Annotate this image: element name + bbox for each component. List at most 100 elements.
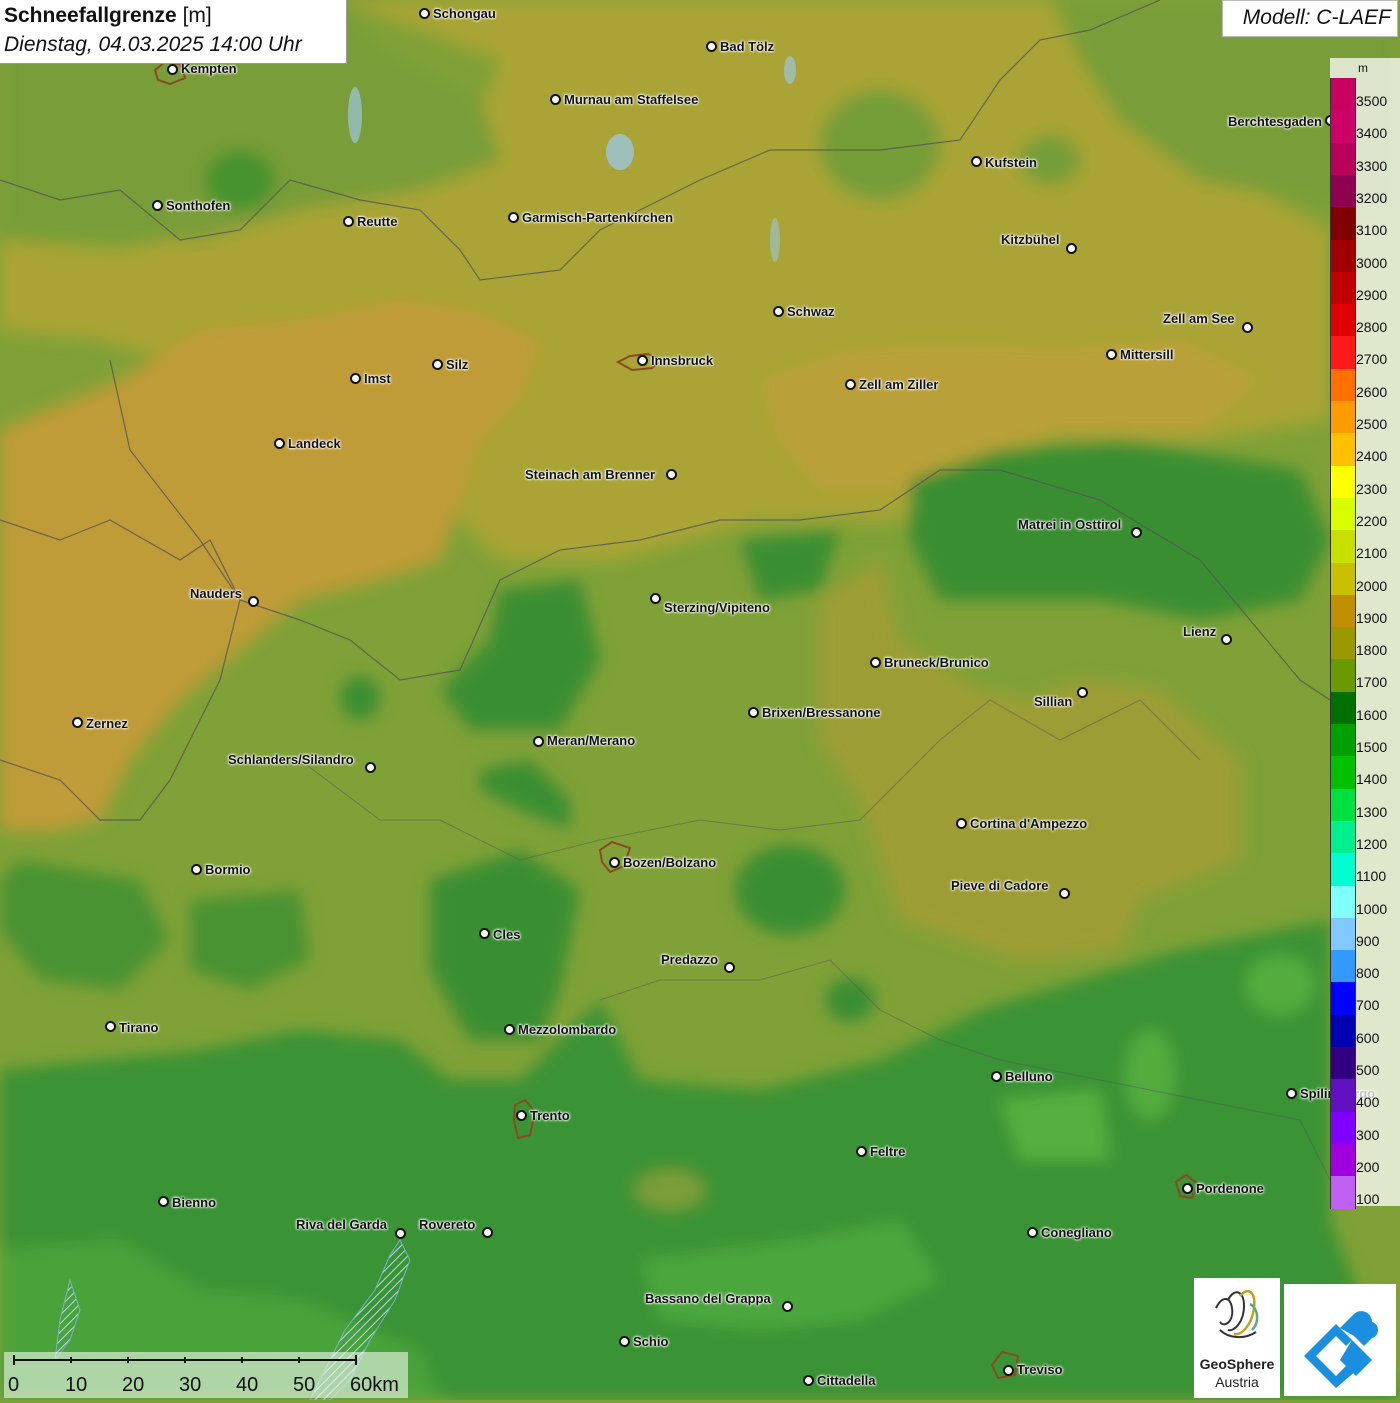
city-marker[interactable] (1131, 527, 1142, 538)
city-marker[interactable] (1077, 687, 1088, 698)
city-marker[interactable] (782, 1301, 793, 1312)
legend-label: 2500 (1356, 416, 1388, 432)
city-marker[interactable] (1027, 1227, 1038, 1238)
legend-label: 3400 (1356, 125, 1388, 142)
scale-label: 50 (293, 1374, 316, 1396)
city-marker[interactable] (666, 469, 677, 480)
city-marker[interactable] (152, 200, 163, 211)
legend-label: 600 (1356, 1029, 1380, 1046)
legend-label: 1800 (1356, 642, 1388, 659)
city-label: Kufstein (985, 155, 1037, 170)
city-marker[interactable] (706, 41, 717, 52)
city-marker[interactable] (991, 1071, 1002, 1082)
city-marker[interactable] (419, 8, 430, 19)
city-label: Meran/Merano (547, 733, 636, 748)
city-label: Brixen/Bressanone (762, 705, 881, 720)
legend-swatch (1330, 1111, 1356, 1145)
city-marker[interactable] (191, 864, 202, 875)
city-label: Zernez (86, 716, 128, 731)
city-marker[interactable] (650, 593, 661, 604)
legend-swatch (1330, 756, 1356, 790)
city-marker[interactable] (971, 156, 982, 167)
city-marker[interactable] (1106, 349, 1117, 360)
city-marker[interactable] (956, 818, 967, 829)
city-marker[interactable] (167, 64, 178, 75)
city-marker[interactable] (395, 1228, 406, 1239)
city-label: Bad Tölz (720, 39, 775, 54)
city-marker[interactable] (248, 596, 259, 607)
city-label: Trento (530, 1108, 570, 1123)
legend-swatch (1330, 691, 1356, 725)
city-marker[interactable] (1221, 634, 1232, 645)
city-marker[interactable] (1066, 243, 1077, 254)
city-marker[interactable] (508, 212, 519, 223)
lake-achensee (784, 56, 796, 84)
city-label: Innsbruck (651, 353, 714, 368)
city-marker[interactable] (533, 736, 544, 747)
city-label: Schwaz (787, 304, 835, 319)
geosphere-logo[interactable]: GeoSphere Austria (1194, 1278, 1280, 1398)
model-box: Modell: C-LAEF (1222, 0, 1398, 37)
city-label: Cles (493, 927, 521, 942)
city-marker[interactable] (274, 438, 285, 449)
city-marker[interactable] (105, 1021, 116, 1032)
city-marker[interactable] (1242, 322, 1253, 333)
legend-swatch (1330, 1014, 1356, 1048)
city-marker[interactable] (803, 1375, 814, 1386)
city-marker[interactable] (619, 1336, 630, 1347)
city-label: Mittersill (1120, 347, 1174, 362)
city-label: Bassano del Grappa (645, 1291, 771, 1306)
legend-swatch (1330, 1143, 1356, 1177)
legend-label: 3100 (1356, 222, 1388, 239)
city-label: Lienz (1183, 624, 1217, 639)
city-marker[interactable] (773, 306, 784, 317)
city-marker[interactable] (637, 355, 648, 366)
app-logo[interactable] (1284, 1284, 1396, 1396)
city-label: Nauders (190, 586, 243, 601)
city-marker[interactable] (1286, 1088, 1297, 1099)
city-marker[interactable] (432, 359, 443, 370)
city-marker[interactable] (845, 379, 856, 390)
legend-label: 900 (1356, 932, 1380, 949)
city-marker[interactable] (1003, 1365, 1014, 1376)
city-marker[interactable] (609, 857, 620, 868)
city-marker[interactable] (856, 1146, 867, 1157)
city-marker[interactable] (516, 1110, 527, 1121)
legend-label: 2300 (1356, 480, 1388, 497)
legend-label: 700 (1356, 997, 1380, 1014)
legend-label: 2700 (1356, 351, 1388, 368)
city-label: Reutte (357, 214, 398, 229)
city-marker[interactable] (158, 1196, 169, 1207)
city-marker[interactable] (724, 962, 735, 973)
city-marker[interactable] (1059, 888, 1070, 899)
legend-swatch (1330, 594, 1356, 628)
city-marker[interactable] (479, 928, 490, 939)
city-label: Tirano (119, 1020, 159, 1035)
legend-swatch (1330, 820, 1356, 854)
city-label: Belluno (1005, 1069, 1053, 1084)
legend-label: 1100 (1356, 868, 1387, 885)
city-marker[interactable] (550, 94, 561, 105)
legend-label: 1500 (1356, 739, 1388, 755)
city-label: Mezzolombardo (518, 1022, 617, 1037)
city-marker[interactable] (1182, 1183, 1193, 1194)
city-label: Sillian (1034, 694, 1073, 709)
city-marker[interactable] (72, 717, 83, 728)
city-label: Cittadella (817, 1373, 876, 1388)
title-unit: [m] (182, 4, 212, 27)
scale-label: 60km (350, 1374, 399, 1396)
legend-label: 400 (1356, 1094, 1380, 1111)
city-marker[interactable] (350, 373, 361, 384)
city-label: Feltre (870, 1144, 906, 1159)
city-marker[interactable] (343, 216, 354, 227)
city-marker[interactable] (482, 1227, 493, 1238)
legend-swatch (1330, 885, 1356, 919)
city-marker[interactable] (365, 762, 376, 773)
legend-label: 800 (1356, 965, 1380, 982)
legend-label: 200 (1356, 1158, 1380, 1175)
title-box: Schneefallgrenze [m] Dienstag, 04.03.202… (0, 0, 347, 64)
city-marker[interactable] (748, 707, 759, 718)
city-label: Kempten (181, 61, 237, 76)
city-marker[interactable] (504, 1024, 515, 1035)
city-marker[interactable] (870, 657, 881, 668)
